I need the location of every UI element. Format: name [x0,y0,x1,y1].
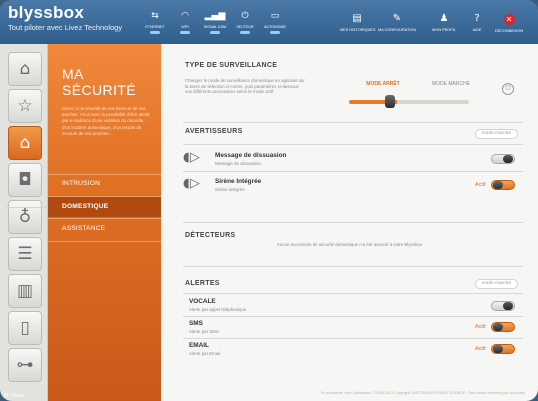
mode-slider-track[interactable] [349,100,469,104]
status-wifi: ◠ WIFI [172,12,198,34]
section-panel: MA SÉCURITÉ Gérez ici la sécurité de vos… [48,44,170,401]
logo: blyssbox [8,3,85,22]
alert-name: VOCALE [189,298,216,305]
category-sidebar: ⌂ ☆ ⌂ ◘ ♁ ☰ ▥ ▯ ⊶ Fr | Nous [0,44,48,401]
alert-name: SMS [189,320,203,327]
toggle-email[interactable] [491,344,515,354]
blind-icon: ▥ [16,281,34,301]
padlock-icon: ⌂ [19,133,31,153]
wrench-icon: ✎ [392,13,402,24]
star-icon: ☆ [17,96,33,116]
menu-historiques[interactable]: ▤ MES HISTORIQUES [340,13,375,33]
gsm-signal-icon: ▂▄▆ [204,11,226,21]
status-gsm: ▂▄▆ SIGNAL GSM [202,12,228,34]
menu-profil[interactable]: ♟ MON PROFIL [432,13,456,33]
nav-domestique[interactable]: DOMESTIQUE [62,203,108,210]
language-bar[interactable]: Fr | Nous [4,393,24,399]
tagline: Tout piloter avec Livez Technology [8,23,123,32]
nav-assistance[interactable]: ASSISTANCE [62,225,105,232]
nav-intrusion[interactable]: INTRUSION [62,180,100,187]
ethernet-icon: ⇆ [151,11,159,21]
device-sub: Message de dissuasion [215,161,261,166]
battery-icon: ▭ [270,11,280,21]
logout-icon: ✕ [503,14,515,25]
device-sub: Sirène intégrée [215,187,245,192]
speaker-icon: ◖▷ [183,150,200,165]
menu-aide[interactable]: ? AIDE [470,13,484,33]
alertes-title: ALERTES [185,280,220,287]
toggle-dissuasion[interactable] [491,154,515,164]
alert-sub: Alerte par appel téléphonique [189,307,247,312]
menu-deconnexion[interactable]: ✕ DÉCONNEXION [492,14,526,33]
status-autonomie: ▭ AUTONOMIE [262,12,288,34]
device-name: Sirène Intégrée [215,178,262,185]
main-content: TYPE DE SURVEILLANCE Changez le mode de … [161,44,538,401]
shutter-icon: ☰ [17,244,33,264]
bulb-icon: ♁ [18,207,32,227]
help-icon: ? [474,13,480,24]
category-shutters[interactable]: ☰ [8,237,42,271]
plug-icon: ⊶ [16,355,34,375]
status-actif: Actif [475,346,486,352]
power-plug-icon: ⏻ [241,11,249,21]
category-lighting[interactable]: ♁ [8,200,42,234]
wifi-icon: ◠ [181,11,189,21]
book-icon: ▤ [352,13,362,24]
status-actif: Actif [475,182,486,188]
house-icon: ⌂ [19,59,31,79]
status-actif: Actif [475,324,486,330]
footer-copyright: En exclusivité chez Castorama - ©2006-20… [320,391,525,395]
category-security[interactable]: ⌂ [8,126,42,160]
status-ethernet: ⇆ ETHERNET [142,12,168,34]
siren-icon: ◖▷ [183,176,200,191]
category-blinds[interactable]: ▥ [8,274,42,308]
device-name: Message de dissuasion [215,152,287,159]
status-secteur: ⏻ SECTEUR [232,12,258,34]
category-ambiance[interactable]: ☆ [8,89,42,123]
detecteurs-note: Aucun accessoire de sécurité domestique … [276,242,424,247]
toggle-sirene[interactable] [491,180,515,190]
alertes-mode-pill: mode marche [474,279,518,289]
category-home[interactable]: ⌂ [8,52,42,86]
category-camera[interactable]: ◘ [8,163,42,197]
top-header: blyssbox Tout piloter avec Livez Technol… [0,0,538,44]
camera-icon: ◘ [18,170,32,190]
detecteurs-title: DÉTECTEURS [185,232,236,239]
surveillance-title: TYPE DE SURVEILLANCE [185,62,278,69]
toggle-vocale[interactable] [491,301,515,311]
category-plugs[interactable]: ⊶ [8,348,42,382]
alert-sub: Alerte par Email [189,351,221,356]
menu-configuration[interactable]: ✎ MA CONFIGURATION [378,13,416,33]
alert-sub: Alerte par SMS [189,329,219,334]
avertisseurs-mode-pill: mode marche [474,129,518,139]
panel-description: Gérez ici la sécurité de vos biens et de… [62,106,150,136]
mode-off-label[interactable]: MODE ARRÊT [363,81,403,87]
mode-on-label[interactable]: MODE MARCHE [431,81,471,87]
panel-title: MA SÉCURITÉ [62,66,136,98]
power-icon[interactable]: ⏻ [502,83,514,95]
app-window: blyssbox Tout piloter avec Livez Technol… [0,0,538,401]
toggle-sms[interactable] [491,322,515,332]
avertisseurs-title: AVERTISSEURS [185,128,243,135]
mode-slider-knob[interactable] [385,95,395,108]
appliance-icon: ▯ [20,318,30,338]
alert-name: EMAIL [189,342,209,349]
mode-selector[interactable]: MODE ARRÊT MODE MARCHE [341,76,501,112]
surveillance-description: Changez le mode de surveillance domestiq… [185,78,305,95]
user-icon: ♟ [439,13,449,24]
category-devices[interactable]: ▯ [8,311,42,345]
